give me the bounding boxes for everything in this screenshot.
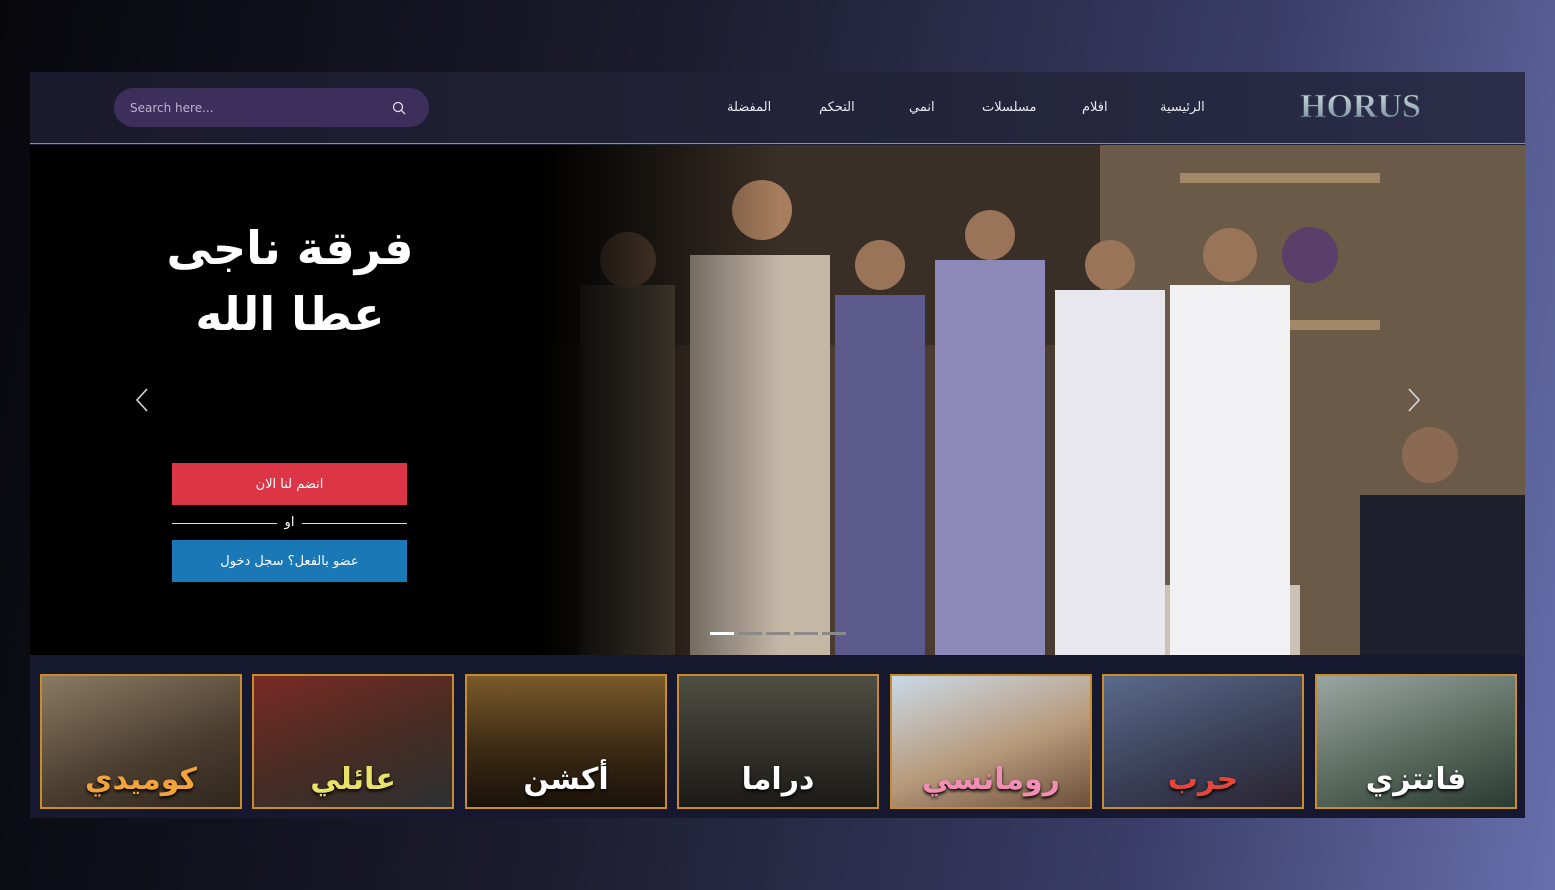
category-card-family[interactable]: عائلي <box>252 674 454 809</box>
hero-fade-overlay <box>540 145 780 655</box>
hero-title-line-2: عطا الله <box>195 287 385 341</box>
prev-slide-icon[interactable] <box>131 385 155 415</box>
category-card-drama[interactable]: دراما <box>677 674 879 809</box>
nav-item-movies[interactable]: افلام <box>1082 100 1108 115</box>
nav-item-home[interactable]: الرئيسية <box>1160 100 1205 115</box>
nav-item-control[interactable]: التحكم <box>819 100 855 115</box>
app-frame: المفضلة التحكم انمي مسلسلات افلام الرئيس… <box>30 72 1525 818</box>
join-now-button[interactable]: انضم لنا الان <box>172 463 407 505</box>
or-label: او <box>284 515 295 530</box>
category-card-fantasy[interactable]: فانتزي <box>1315 674 1517 809</box>
category-label-fantasy: فانتزي <box>1365 762 1467 797</box>
category-label-war: حرب <box>1167 762 1239 797</box>
category-strip: كوميدي عائلي أكشن دراما رومانسي حرب فانت… <box>30 655 1525 818</box>
category-label-drama: دراما <box>741 762 815 797</box>
search-bar[interactable] <box>114 88 429 127</box>
slide-indicator-4[interactable] <box>794 632 818 635</box>
category-label-comedy: كوميدي <box>85 762 197 797</box>
hero-title: فرقة ناجى عطا الله <box>130 215 450 347</box>
category-label-action: أكشن <box>523 762 609 797</box>
category-label-romance: رومانسي <box>922 762 1060 797</box>
slide-indicator-5[interactable] <box>822 632 846 635</box>
nav-item-series[interactable]: مسلسلات <box>982 100 1036 115</box>
hero-slider: فرقة ناجى عطا الله انضم لنا الان او عضو … <box>30 145 1525 655</box>
next-slide-icon[interactable] <box>1401 385 1425 415</box>
hero-title-line-1: فرقة ناجى <box>166 221 414 275</box>
horus-logo[interactable]: HORUS <box>1298 84 1428 128</box>
svg-text:HORUS: HORUS <box>1300 88 1421 125</box>
category-label-family: عائلي <box>310 762 396 797</box>
top-navbar: المفضلة التحكم انمي مسلسلات افلام الرئيس… <box>30 72 1525 144</box>
nav-item-favorites[interactable]: المفضلة <box>727 100 771 115</box>
slide-indicator-1[interactable] <box>710 632 734 635</box>
search-icon[interactable] <box>391 100 407 116</box>
category-card-action[interactable]: أكشن <box>465 674 667 809</box>
or-divider: او <box>172 513 407 533</box>
search-input[interactable] <box>130 88 380 127</box>
category-card-comedy[interactable]: كوميدي <box>40 674 242 809</box>
nav-item-anime[interactable]: انمي <box>909 100 935 115</box>
login-button[interactable]: عضو بالفعل؟ سجل دخول <box>172 540 407 582</box>
slide-indicator-2[interactable] <box>738 632 762 635</box>
slide-indicator-3[interactable] <box>766 632 790 635</box>
category-card-war[interactable]: حرب <box>1102 674 1304 809</box>
category-card-romance[interactable]: رومانسي <box>890 674 1092 809</box>
